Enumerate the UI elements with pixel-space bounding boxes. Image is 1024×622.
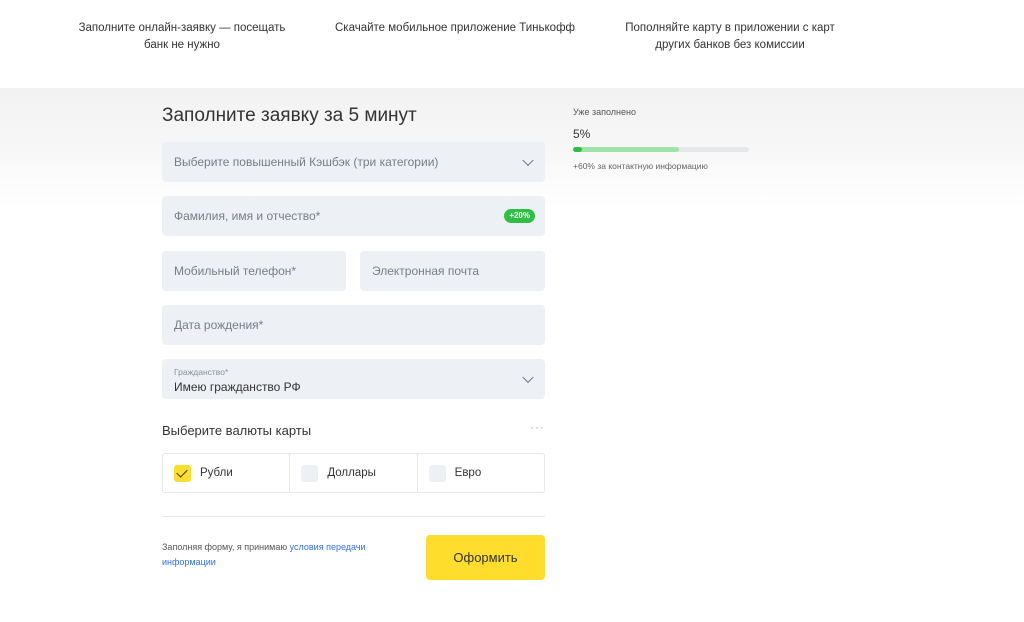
currency-options: Рубли Доллары Евро (162, 453, 545, 493)
benefit-free-topup: Пополняйте карту в приложении с карт дру… (625, 22, 835, 51)
eur-checkbox[interactable] (428, 465, 446, 482)
submit-button[interactable]: Оформить (426, 535, 545, 580)
birth-date-placeholder: Дата рождения* (174, 318, 264, 332)
rub-checkbox[interactable] (174, 465, 191, 482)
phone-field[interactable]: Мобильный телефон* (162, 251, 346, 291)
currency-section-title: Выберите валюты карты (162, 423, 312, 438)
benefit-mobile-app: Скачайте мобильное приложение Тинькофф (335, 22, 575, 34)
progress-value: 5% (573, 127, 591, 141)
consent-text: Заполняя форму, я принимаю условия перед… (162, 540, 402, 570)
progress-label: Уже заполнено (573, 107, 636, 117)
more-icon[interactable]: ··· (530, 420, 545, 434)
citizenship-select[interactable]: Гражданство* Имею гражданство РФ (162, 359, 545, 399)
usd-label: Доллары (327, 467, 376, 479)
currency-option-usd[interactable]: Доллары (289, 454, 416, 492)
currency-option-eur[interactable]: Евро (416, 454, 544, 492)
rub-label: Рубли (200, 467, 233, 479)
form-divider (162, 516, 545, 517)
full-name-placeholder: Фамилия, имя и отчество* (174, 209, 321, 223)
cashback-select-placeholder: Выберите повышенный Кэшбэк (три категори… (174, 155, 439, 169)
full-name-field[interactable]: Фамилия, имя и отчество* +20% (162, 196, 545, 236)
progress-bar-potential (573, 147, 679, 152)
progress-bar (573, 147, 749, 152)
chevron-down-icon (522, 371, 534, 384)
citizenship-label: Гражданство* (174, 367, 229, 377)
progress-hint: +60% за контактную информацию (573, 161, 708, 171)
form-title: Заполните заявку за 5 минут (162, 105, 417, 126)
email-field[interactable]: Электронная почта (360, 251, 545, 291)
email-placeholder: Электронная почта (372, 264, 480, 278)
benefit-online-application: Заполните онлайн-заявку — посещать банк … (78, 22, 286, 51)
chevron-down-icon (522, 154, 534, 167)
usd-checkbox[interactable] (301, 465, 319, 482)
progress-bar-fill (573, 147, 582, 152)
progress-bonus-badge: +20% (504, 209, 535, 223)
consent-prefix: Заполняя форму, я принимаю (162, 542, 290, 552)
currency-option-rub[interactable]: Рубли (163, 454, 289, 492)
eur-label: Евро (454, 467, 482, 479)
birth-date-field[interactable]: Дата рождения* (162, 305, 545, 345)
benefits-bar: Заполните онлайн-заявку — посещать банк … (0, 0, 1024, 88)
citizenship-value: Имею гражданство РФ (174, 380, 301, 394)
phone-placeholder: Мобильный телефон* (174, 264, 297, 278)
cashback-select[interactable]: Выберите повышенный Кэшбэк (три категори… (162, 142, 545, 182)
